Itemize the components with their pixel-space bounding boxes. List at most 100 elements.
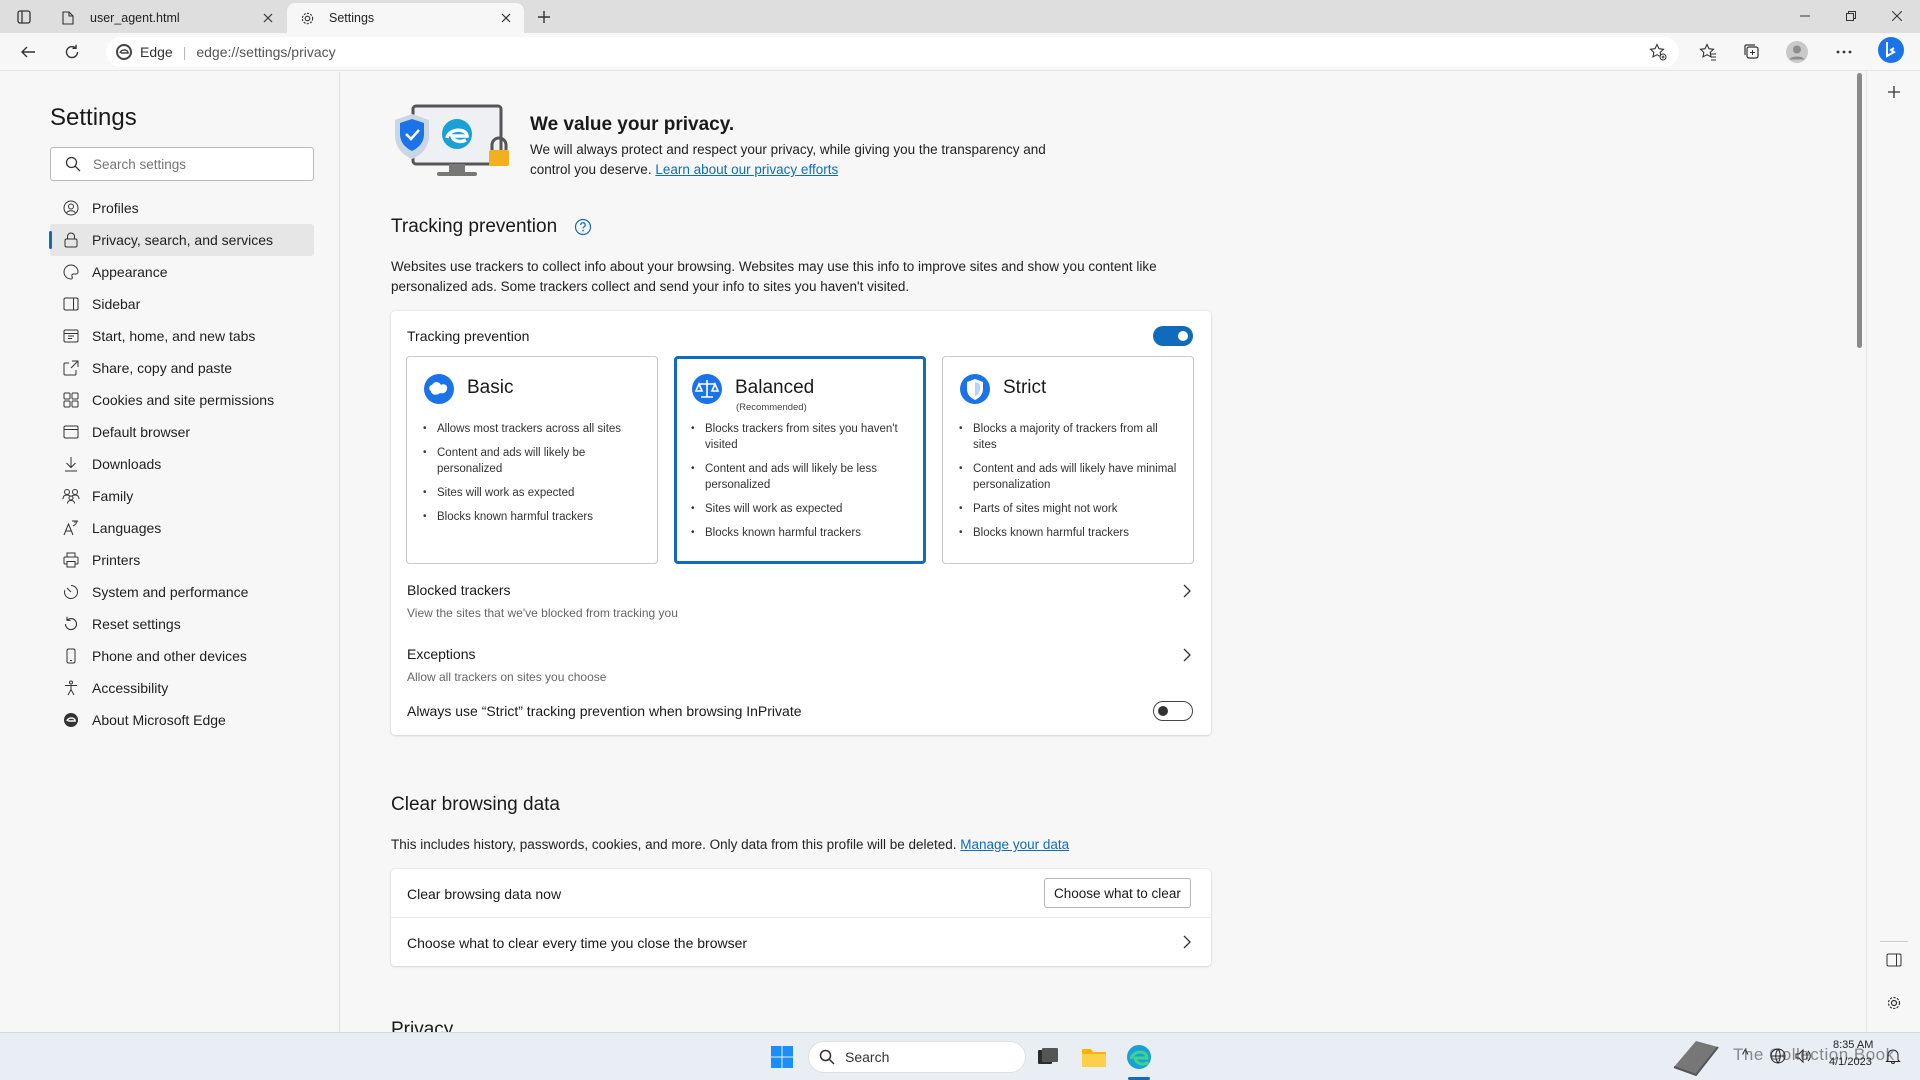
sidebar-item-sidebar[interactable]: Sidebar [50,288,314,320]
sidebar-item-label: Cookies and site permissions [92,392,275,408]
manage-data-link[interactable]: Manage your data [960,837,1069,852]
close-tab-icon[interactable] [496,8,516,28]
sidebar-item-accessibility[interactable]: Accessibility [50,672,314,704]
profile-avatar[interactable] [1782,38,1812,66]
chevron-right-icon[interactable] [1179,583,1195,599]
windows-start-icon[interactable] [765,1041,799,1073]
site-label: Edge [140,44,173,60]
option-bullet: Sites will work as expected [423,485,647,501]
page-scrollbar[interactable] [1855,71,1863,1032]
sidebar-item-cookies[interactable]: Cookies and site permissions [50,384,314,416]
new-tab-button[interactable] [532,6,556,28]
sidebar-item-privacy[interactable]: Privacy, search, and services [49,224,314,256]
edge-sidebar [1866,71,1920,1032]
sidebar-item-reset[interactable]: Reset settings [50,608,314,640]
search-settings-field[interactable] [50,147,314,181]
sidebar-item-family[interactable]: Family [50,480,314,512]
browser-icon [62,423,80,441]
settings-content: We value your privacy. We will always pr… [341,72,1855,1032]
permissions-icon [62,391,80,409]
network-icon[interactable] [1769,1048,1787,1064]
row-divider [391,917,1211,918]
more-icon[interactable] [1829,38,1859,66]
clock-time[interactable]: 8:35 AM [1833,1039,1873,1051]
notification-icon[interactable] [1885,1048,1901,1064]
sidebar-item-label: Reset settings [92,616,181,632]
volume-icon[interactable] [1794,1048,1812,1064]
task-view-icon[interactable] [1031,1041,1065,1073]
exceptions-title[interactable]: Exceptions [407,646,475,662]
sidebar-item-default-browser[interactable]: Default browser [50,416,314,448]
sidebar-item-phone[interactable]: Phone and other devices [50,640,314,672]
file-explorer-icon[interactable] [1077,1041,1111,1073]
option-basic[interactable]: Basic Allows most trackers across all si… [406,356,658,564]
close-tab-icon[interactable] [258,8,278,28]
option-balanced[interactable]: Balanced (Recommended) Blocks trackers f… [674,356,926,564]
sidebar-item-label: Languages [92,520,162,536]
omnibox-separator: | [182,44,187,60]
strict-inprivate-toggle[interactable] [1153,701,1193,721]
sidebar-item-label: Share, copy and paste [92,360,233,376]
option-bullets: Blocks trackers from sites you haven't v… [691,421,915,549]
sidebar-item-label: Family [92,488,134,504]
sidebar-item-label: Phone and other devices [92,648,247,664]
add-favorite-icon[interactable] [1649,43,1667,61]
gear-icon[interactable] [1886,995,1902,1011]
tracking-prevention-toggle[interactable] [1153,326,1193,346]
privacy-efforts-link[interactable]: Learn about our privacy efforts [655,162,838,177]
sidebar-item-about[interactable]: About Microsoft Edge [50,704,314,736]
favorites-icon[interactable] [1693,38,1723,66]
sidebar-item-appearance[interactable]: Appearance [50,256,314,288]
shield-icon [960,374,990,404]
sidebar-item-label: Profiles [92,200,139,216]
hero-body: We will always protect and respect your … [530,140,1050,180]
sidebar-item-share[interactable]: Share, copy and paste [50,352,314,384]
collections-icon[interactable] [1737,38,1767,66]
edge-taskbar-icon[interactable] [1122,1041,1156,1073]
option-bullet: Sites will work as expected [691,501,915,517]
sidebar-item-system[interactable]: System and performance [50,576,314,608]
clock-date[interactable]: 4/1/2023 [1829,1056,1872,1068]
back-button[interactable] [13,38,43,66]
tab-actions-icon[interactable] [10,6,38,28]
tab-settings[interactable]: Settings [287,3,524,33]
search-input[interactable] [93,156,293,172]
taskbar-search[interactable]: Search [808,1041,1026,1073]
exceptions-subtitle: Allow all trackers on sites you choose [407,670,607,684]
sidebar-item-profiles[interactable]: Profiles [50,192,314,224]
sidebar-item-printers[interactable]: Printers [50,544,314,576]
close-window-button[interactable] [1874,0,1920,32]
option-bullet: Blocks trackers from sites you haven't v… [691,421,915,453]
add-icon[interactable] [1887,85,1901,99]
sidebar-item-label: Start, home, and new tabs [92,328,256,344]
book-watermark-icon [1673,1041,1719,1077]
system-icon [62,583,80,601]
help-icon[interactable] [574,218,592,236]
refresh-button[interactable] [57,38,87,66]
option-bullet: Blocks a majority of trackers from all s… [959,421,1183,453]
choose-what-to-clear-button[interactable]: Choose what to clear [1044,878,1191,908]
chevron-up-icon[interactable]: ^ [1742,1046,1749,1062]
restore-button[interactable] [1828,0,1874,32]
chevron-right-icon[interactable] [1179,934,1195,950]
sidebar-item-downloads[interactable]: Downloads [50,448,314,480]
hide-sidebar-icon[interactable] [1886,953,1902,967]
clear-on-close-label[interactable]: Choose what to clear every time you clos… [407,935,747,951]
minimize-button[interactable] [1782,0,1828,32]
omnibox[interactable]: Edge | edge://settings/privacy [106,37,1679,67]
tab-user-agent[interactable]: user_agent.html [48,3,286,33]
sidebar-item-languages[interactable]: Languages [50,512,314,544]
privacy-section-title: Privacy [391,1019,454,1032]
reset-icon [62,615,80,633]
appearance-icon [62,263,80,281]
url-text[interactable]: edge://settings/privacy [196,44,335,60]
sidebar-item-start-home[interactable]: Start, home, and new tabs [50,320,314,352]
bing-chat-icon[interactable] [1876,36,1906,64]
blocked-trackers-subtitle: View the sites that we've blocked from t… [407,606,678,620]
option-strict[interactable]: Strict Blocks a majority of trackers fro… [942,356,1194,564]
chevron-right-icon[interactable] [1179,647,1195,663]
scrollbar-thumb[interactable] [1857,73,1862,348]
option-bullet: Content and ads will likely be less pers… [691,461,915,493]
blocked-trackers-title[interactable]: Blocked trackers [407,582,510,598]
strict-inprivate-label: Always use “Strict” tracking prevention … [407,703,802,719]
